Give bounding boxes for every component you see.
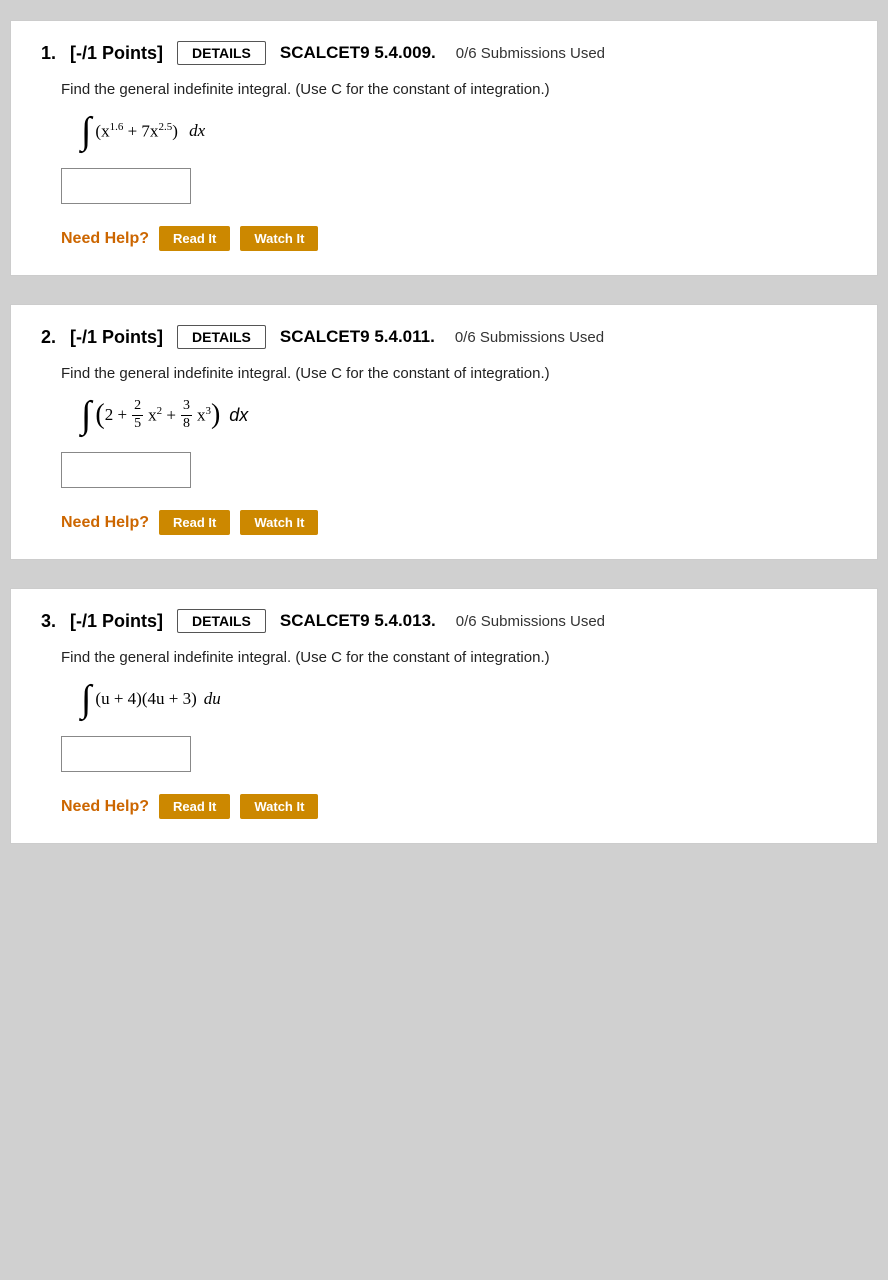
need-help-row-1: Need Help? Read It Watch It — [61, 226, 847, 251]
instruction-1: Find the general indefinite integral. (U… — [61, 81, 847, 98]
details-button-1[interactable]: DETAILS — [177, 41, 266, 65]
need-help-label-3: Need Help? — [61, 798, 149, 816]
problem-body-1: Find the general indefinite integral. (U… — [41, 81, 847, 251]
points-label-3: [-/1 Points] — [70, 611, 163, 632]
problem-card-1: 1. [-/1 Points] DETAILS SCALCET9 5.4.009… — [10, 20, 878, 276]
frac1-2: 2 5 — [132, 398, 143, 433]
problem-number-2: 2. — [41, 327, 56, 348]
close-paren-2: ) — [211, 401, 220, 429]
problem-code-3: SCALCET9 5.4.013. — [280, 611, 436, 631]
problem-card-2: 2. [-/1 Points] DETAILS SCALCET9 5.4.011… — [10, 304, 878, 560]
const-2: 2 + — [105, 405, 127, 425]
frac2-2: 3 8 — [181, 398, 192, 433]
points-label-1: [-/1 Points] — [70, 43, 163, 64]
problem-card-3: 3. [-/1 Points] DETAILS SCALCET9 5.4.013… — [10, 588, 878, 844]
read-it-button-1[interactable]: Read It — [159, 226, 230, 251]
details-button-3[interactable]: DETAILS — [177, 609, 266, 633]
problem-body-3: Find the general indefinite integral. (U… — [41, 649, 847, 819]
problem-body-2: Find the general indefinite integral. (U… — [41, 365, 847, 535]
math-display-2: ∫ ( 2 + 2 5 x2 + 3 8 x3 ) dx — [81, 396, 847, 434]
submissions-2: 0/6 Submissions Used — [455, 329, 604, 346]
math-text-1: (x1.6 + 7x2.5) — [95, 121, 177, 142]
need-help-label-1: Need Help? — [61, 230, 149, 248]
problem-number-1: 1. — [41, 43, 56, 64]
read-it-button-3[interactable]: Read It — [159, 794, 230, 819]
math-expr-1: (x1.6 + 7x2.5) dx — [95, 121, 205, 142]
read-it-button-2[interactable]: Read It — [159, 510, 230, 535]
instruction-2: Find the general indefinite integral. (U… — [61, 365, 847, 382]
answer-box-1[interactable] — [61, 168, 191, 204]
problem-header-1: 1. [-/1 Points] DETAILS SCALCET9 5.4.009… — [41, 41, 847, 65]
dx-2: dx — [224, 405, 248, 426]
problem-code-1: SCALCET9 5.4.009. — [280, 43, 436, 63]
need-help-row-3: Need Help? Read It Watch It — [61, 794, 847, 819]
watch-it-button-3[interactable]: Watch It — [240, 794, 318, 819]
need-help-row-2: Need Help? Read It Watch It — [61, 510, 847, 535]
integral-sign-3: ∫ — [81, 680, 91, 718]
x2-2: x2 + — [148, 405, 176, 426]
problem-code-2: SCALCET9 5.4.011. — [280, 327, 435, 347]
dx-1: dx — [185, 121, 205, 141]
x3-2: x3 — [197, 405, 211, 426]
instruction-3: Find the general indefinite integral. (U… — [61, 649, 847, 666]
math-display-3: ∫ (u + 4)(4u + 3) du — [81, 680, 847, 718]
points-label-2: [-/1 Points] — [70, 327, 163, 348]
answer-box-2[interactable] — [61, 452, 191, 488]
watch-it-button-2[interactable]: Watch It — [240, 510, 318, 535]
submissions-1: 0/6 Submissions Used — [456, 45, 605, 62]
submissions-3: 0/6 Submissions Used — [456, 613, 605, 630]
math-display-1: ∫ (x1.6 + 7x2.5) dx — [81, 112, 847, 150]
details-button-2[interactable]: DETAILS — [177, 325, 266, 349]
open-paren-2: ( — [95, 401, 104, 429]
math-expr-2: 2 + 2 5 x2 + 3 8 x3 — [105, 398, 211, 433]
problem-header-3: 3. [-/1 Points] DETAILS SCALCET9 5.4.013… — [41, 609, 847, 633]
integral-sign-2: ∫ — [81, 396, 91, 434]
problem-number-3: 3. — [41, 611, 56, 632]
need-help-label-2: Need Help? — [61, 514, 149, 532]
math-expr-3: (u + 4)(4u + 3) du — [95, 689, 220, 709]
problem-header-2: 2. [-/1 Points] DETAILS SCALCET9 5.4.011… — [41, 325, 847, 349]
watch-it-button-1[interactable]: Watch It — [240, 226, 318, 251]
integral-sign-1: ∫ — [81, 112, 91, 150]
answer-box-3[interactable] — [61, 736, 191, 772]
